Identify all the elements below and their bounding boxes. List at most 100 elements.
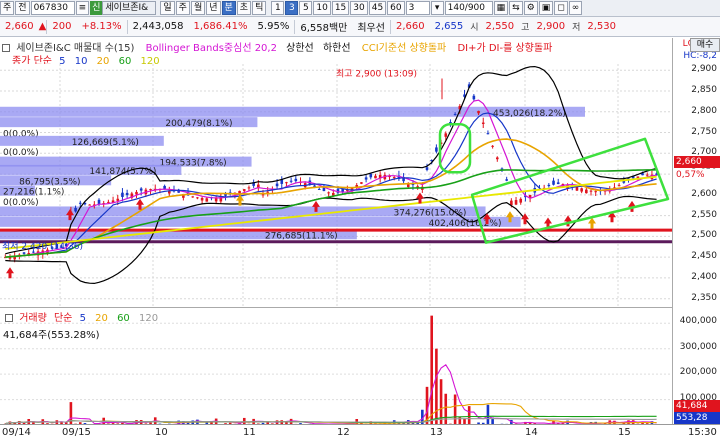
volume-profile-label: 402,406(16.2%) xyxy=(429,219,502,229)
low-price-marker: 최저 2,420 (14:36) xyxy=(2,241,83,252)
date-label: 14 xyxy=(525,427,538,438)
candle-body xyxy=(74,207,77,212)
candle-body xyxy=(88,204,91,206)
price-tick-label: 2,550 xyxy=(691,209,717,220)
all-toggle-button[interactable]: 전 xyxy=(15,1,30,15)
date-label: 15 xyxy=(618,427,631,438)
compare-icon[interactable]: ⇆ xyxy=(509,1,523,15)
minute-45-button[interactable]: 45 xyxy=(368,1,387,15)
data-range-input[interactable]: 140/900 xyxy=(444,1,493,15)
volume-legend-prefix[interactable]: 단순 xyxy=(54,313,72,324)
list-icon[interactable]: ≡ xyxy=(75,1,90,15)
candle-body xyxy=(425,167,429,170)
candle-body xyxy=(453,114,457,116)
best-quote-label: 최우선 xyxy=(357,23,385,34)
volume-bar xyxy=(430,315,433,425)
candle-body xyxy=(514,200,518,205)
minute-15-button[interactable]: 15 xyxy=(331,1,350,15)
candle-body xyxy=(645,174,649,176)
chart-toolbar: 주 전 067830 ≡ 신 세이브존I& 일 주 월 년 분 초 틱 1 3 … xyxy=(0,0,720,17)
period-year-button[interactable]: 년 xyxy=(206,1,221,15)
price-tick-label: 2,850 xyxy=(691,85,717,95)
date-axis[interactable]: 09/14 09/15 10 11 12 13 14 15 15:30 xyxy=(0,424,720,440)
price-tick-label: 2,400 xyxy=(691,271,717,282)
candle-body xyxy=(374,175,377,179)
volume-bar xyxy=(444,393,448,425)
candle-body xyxy=(285,182,288,184)
price-change: 200 xyxy=(52,21,72,32)
candle-body xyxy=(556,182,560,185)
candle-body xyxy=(392,177,396,179)
candle-body xyxy=(149,189,152,191)
volume-ma-60[interactable]: 60 xyxy=(117,313,130,324)
volume-legend-toggle-icon[interactable] xyxy=(5,314,13,322)
candle-body xyxy=(261,194,265,196)
candle-body xyxy=(481,122,485,124)
volume-bar xyxy=(486,404,490,425)
minute-1-button[interactable]: 1 xyxy=(271,1,285,15)
legend-bollinger[interactable]: Bollinger Bands중심선 20,2 xyxy=(146,43,277,54)
settings-icon[interactable]: ⚙ xyxy=(523,1,538,15)
legend-dmi-signal[interactable]: DI+가 DI-를 상향돌파 xyxy=(457,43,552,54)
minute-60-button[interactable]: 60 xyxy=(387,1,405,15)
volume-ma-5[interactable]: 5 xyxy=(80,313,86,324)
time-label: 15:30 xyxy=(688,427,717,438)
stock-code-input[interactable]: 067830 xyxy=(30,1,75,15)
candle-body xyxy=(125,192,129,196)
candle-body xyxy=(505,179,508,181)
legend-cci-signal[interactable]: CCI기준선 상향돌파 xyxy=(362,43,447,54)
period-week-button[interactable]: 주 xyxy=(175,1,190,15)
candle-body xyxy=(594,191,597,193)
candle-body xyxy=(97,199,101,204)
high-label: 고 xyxy=(521,23,530,33)
candle-body xyxy=(121,192,124,197)
buy-order-button[interactable]: 매수 xyxy=(690,38,720,52)
volume-ma5-line xyxy=(5,364,657,425)
period-second-button[interactable]: 초 xyxy=(236,1,252,15)
interval-count-input[interactable]: 3 xyxy=(405,1,430,15)
minute-10-button[interactable]: 10 xyxy=(313,1,331,15)
price-tick-label: 2,450 xyxy=(691,251,717,262)
stock-name-field[interactable]: 세이브존I& xyxy=(102,1,157,15)
link-icon[interactable]: ∞ xyxy=(568,1,583,15)
volume-ma-120[interactable]: 120 xyxy=(139,313,158,324)
candle-body xyxy=(491,145,494,147)
volume-ma-20[interactable]: 20 xyxy=(95,313,108,324)
signal-arrow-icon xyxy=(6,267,14,279)
low-price: 2,530 xyxy=(587,21,617,32)
volume-tick-label: 400,000 xyxy=(679,316,717,327)
price-tick-label: 2,800 xyxy=(691,105,717,116)
legend-lower-band[interactable]: 하한선 xyxy=(323,43,351,54)
price-axis[interactable]: LC:8,57 HC:-8,2 2,9002,8502,8002,7502,70… xyxy=(672,38,720,424)
window-icon[interactable]: ◻ xyxy=(554,1,568,15)
volume-chart-pane[interactable]: 거래량 단순 5 20 60 120 41,684주(553.28%) xyxy=(0,307,672,425)
trade-amount: 6,558백만 xyxy=(300,23,348,34)
week-toggle-button[interactable]: 주 xyxy=(0,1,15,15)
volume-legend-title[interactable]: 거래량 xyxy=(19,313,47,324)
period-day-button[interactable]: 일 xyxy=(160,1,175,15)
minute-5-button[interactable]: 5 xyxy=(299,1,313,15)
candle-body xyxy=(580,188,583,192)
candle-body xyxy=(364,177,368,180)
legend-toggle-icon[interactable] xyxy=(2,44,10,52)
candle-body xyxy=(107,201,110,203)
grid-icon[interactable]: ▦ xyxy=(493,1,509,15)
candle-body xyxy=(22,252,26,254)
period-month-button[interactable]: 월 xyxy=(190,1,206,15)
candle-body xyxy=(327,192,330,194)
minute-30-button[interactable]: 30 xyxy=(350,1,368,15)
period-tick-button[interactable]: 틱 xyxy=(252,1,267,15)
price-chart-pane[interactable]: 453,026(18.2%) 200,479(8.1%) 0(0.0%) 126,66… xyxy=(0,64,672,307)
minute-3-button[interactable]: 3 xyxy=(285,1,299,15)
legend-upper-band[interactable]: 상한선 xyxy=(286,43,314,54)
open-label: 시 xyxy=(470,23,479,33)
high-price-marker: 최고 2,900 (13:09) xyxy=(336,69,417,80)
price-tick-label: 2,900 xyxy=(691,64,717,75)
period-minute-button[interactable]: 분 xyxy=(221,1,236,15)
chevron-down-icon[interactable]: ▾ xyxy=(430,1,444,15)
date-label: 09/14 xyxy=(2,427,31,438)
save-icon[interactable]: ▣ xyxy=(538,1,554,15)
price-tick-label: 2,500 xyxy=(691,230,717,241)
trade-volume: 2,443,058 xyxy=(132,21,184,32)
credit-badge: 신 xyxy=(90,1,103,15)
